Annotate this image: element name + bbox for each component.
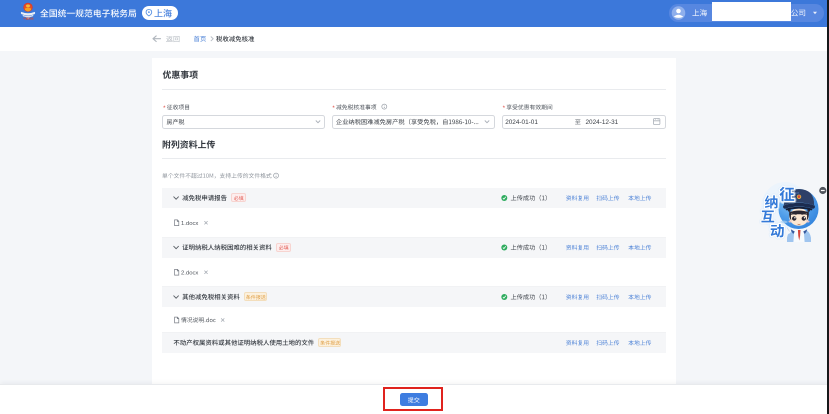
- svg-text:1.docx: 1.docx: [181, 221, 198, 227]
- svg-text:2024-01-01: 2024-01-01: [505, 119, 538, 126]
- svg-text:2024-12-31: 2024-12-31: [586, 119, 619, 126]
- svg-text:2.docx: 2.docx: [181, 270, 198, 276]
